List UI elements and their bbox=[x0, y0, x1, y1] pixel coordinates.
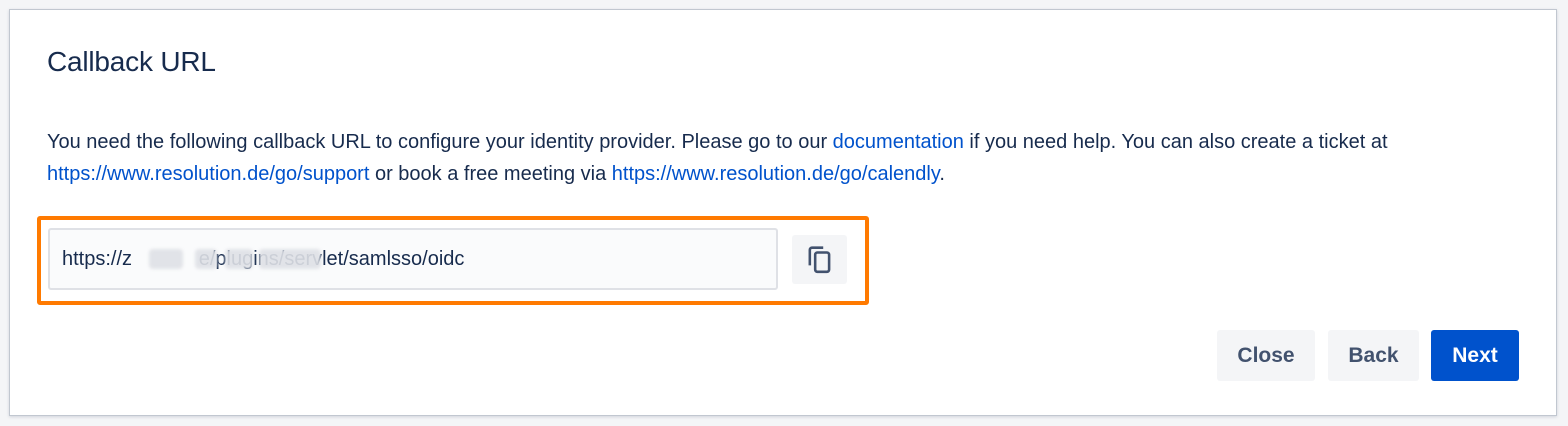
support-link[interactable]: https://www.resolution.de/go/support bbox=[47, 163, 369, 185]
dialog-title: Callback URL bbox=[47, 46, 216, 77]
description-text-1: You need the following callback URL to c… bbox=[47, 131, 833, 153]
next-button[interactable]: Next bbox=[1431, 330, 1519, 381]
back-button[interactable]: Back bbox=[1328, 330, 1419, 381]
callback-url-dialog: Callback URL You need the following call… bbox=[9, 9, 1557, 416]
callback-url-field[interactable] bbox=[48, 228, 778, 290]
copy-icon bbox=[807, 245, 833, 275]
calendly-link[interactable]: https://www.resolution.de/go/calendly bbox=[612, 163, 940, 185]
description-text-3: or book a free meeting via bbox=[369, 163, 612, 185]
copy-button[interactable] bbox=[792, 235, 847, 284]
description-text-2: if you need help. You can also create a … bbox=[963, 131, 1388, 153]
close-button[interactable]: Close bbox=[1217, 330, 1315, 381]
dialog-description: You need the following callback URL to c… bbox=[47, 126, 1527, 190]
description-text-4: . bbox=[939, 163, 945, 185]
documentation-link[interactable]: documentation bbox=[833, 131, 964, 153]
